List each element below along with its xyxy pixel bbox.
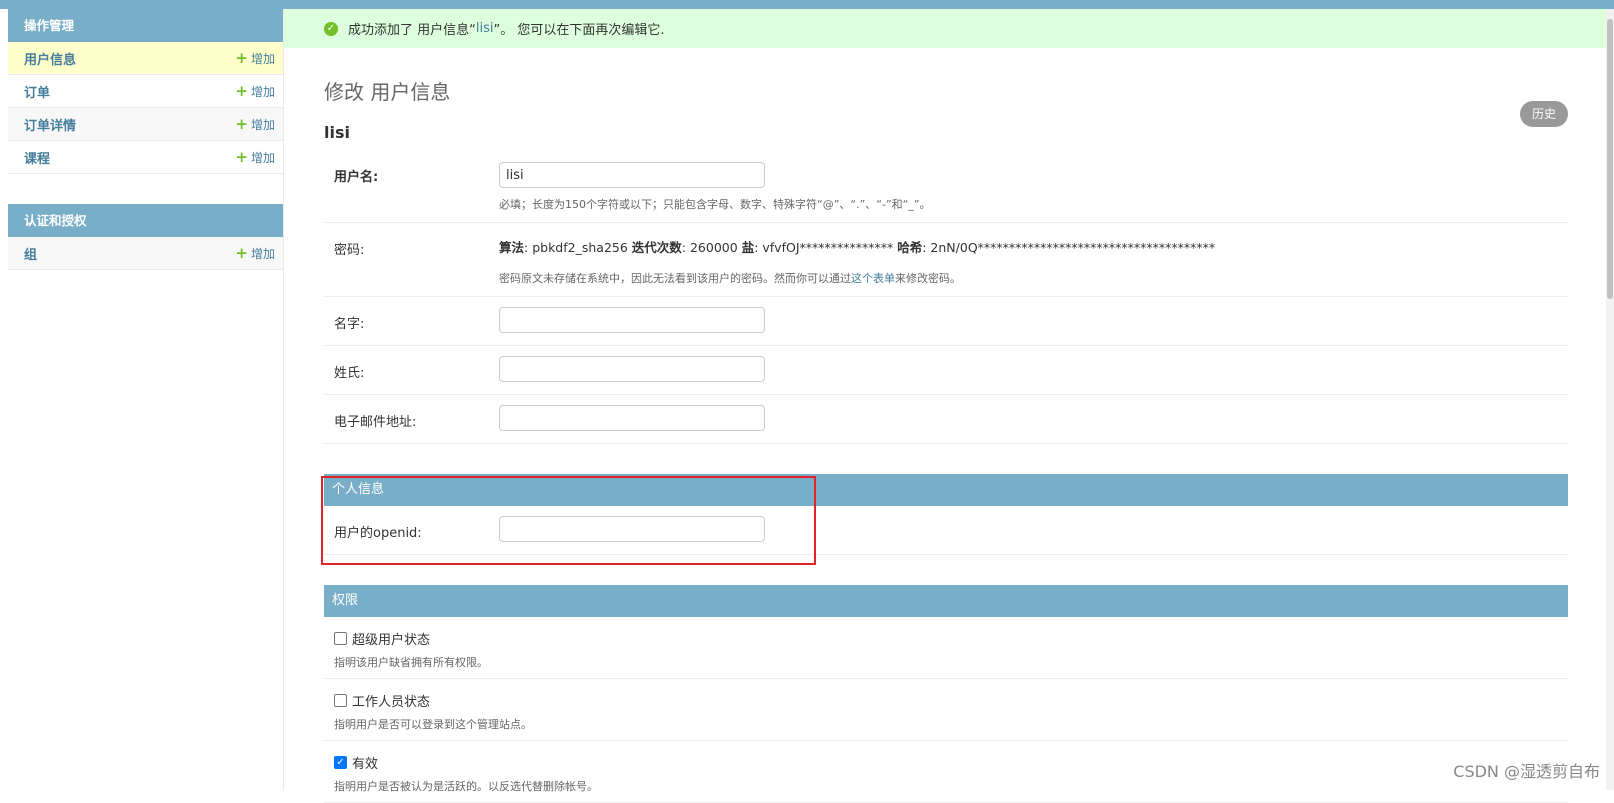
superuser-checkbox[interactable] <box>334 632 347 645</box>
object-title: lisi <box>324 123 1568 142</box>
module-auth: 认证和授权 组 +增加 <box>8 204 283 270</box>
username-input[interactable] <box>499 162 765 188</box>
staff-label[interactable]: 工作人员状态 <box>352 691 430 710</box>
add-link[interactable]: +增加 <box>235 149 275 166</box>
change-password-link[interactable]: 这个表单 <box>851 272 895 285</box>
last-name-row: 姓氏: <box>324 346 1568 395</box>
sidebar-item-group: 组 +增加 <box>8 237 283 270</box>
history-button[interactable]: 历史 <box>1520 101 1568 127</box>
annotation-highlight-box <box>321 476 816 565</box>
username-row: 用户名: 必填；长度为150个字符或以下；只能包含字母、数字、特殊字符“@”、“… <box>324 152 1568 223</box>
sidebar-link[interactable]: 组 <box>24 244 37 263</box>
staff-row: 工作人员状态 指明用户是否可以登录到这个管理站点。 <box>324 679 1568 741</box>
password-hash-summary: 算法: pbkdf2_sha256 迭代次数: 260000 盐: vfvfOJ… <box>499 235 1558 256</box>
sidebar-item-userinfo: 用户信息 +增加 <box>8 42 283 75</box>
first-name-row: 名字: <box>324 297 1568 346</box>
permissions-fieldset: 权限 超级用户状态 指明该用户缺省拥有所有权限。 工作人员状态 指明用户是否可以… <box>324 585 1568 803</box>
first-name-input[interactable] <box>499 307 765 333</box>
email-input[interactable] <box>499 405 765 431</box>
plus-icon: + <box>235 150 248 165</box>
add-link[interactable]: +增加 <box>235 83 275 100</box>
sidebar-link[interactable]: 课程 <box>24 148 50 167</box>
sidebar-link[interactable]: 订单 <box>24 82 50 101</box>
active-label[interactable]: 有效 <box>352 753 378 772</box>
last-name-input[interactable] <box>499 356 765 382</box>
plus-icon: + <box>235 84 248 99</box>
sidebar: 操作管理 用户信息 +增加 订单 +增加 订单详情 +增加 课程 +增加 认证和… <box>8 9 284 790</box>
password-row: 密码: 算法: pbkdf2_sha256 迭代次数: 260000 盐: vf… <box>324 223 1568 297</box>
username-help: 必填；长度为150个字符或以下；只能包含字母、数字、特殊字符“@”、“.”、“-… <box>499 196 1558 212</box>
check-icon: ✓ <box>324 22 338 36</box>
add-link[interactable]: +增加 <box>235 50 275 67</box>
permissions-caption: 权限 <box>324 585 1568 617</box>
main-content: ✓ 成功添加了 用户信息“lisi”。 您可以在下面再次编辑它. 修改 用户信息… <box>284 9 1606 790</box>
plus-icon: + <box>235 51 248 66</box>
superuser-help: 指明该用户缺省拥有所有权限。 <box>334 654 1558 670</box>
sidebar-item-course: 课程 +增加 <box>8 141 283 174</box>
add-link[interactable]: +增加 <box>235 116 275 133</box>
success-message: ✓ 成功添加了 用户信息“lisi”。 您可以在下面再次编辑它. <box>284 9 1606 48</box>
username-label: 用户名: <box>334 162 499 212</box>
sidebar-item-order-detail: 订单详情 +增加 <box>8 108 283 141</box>
sidebar-link[interactable]: 订单详情 <box>24 115 76 134</box>
first-name-label: 名字: <box>334 307 499 333</box>
password-label: 密码: <box>334 235 499 286</box>
sidebar-item-order: 订单 +增加 <box>8 75 283 108</box>
top-bar <box>0 0 1614 9</box>
last-name-label: 姓氏: <box>334 356 499 382</box>
content: 修改 用户信息 历史 lisi 用户名: 必填；长度为150个字符或以下；只能包… <box>324 48 1568 803</box>
superuser-label[interactable]: 超级用户状态 <box>352 629 430 648</box>
email-row: 电子邮件地址: <box>324 395 1568 444</box>
plus-icon: + <box>235 117 248 132</box>
module-operations: 操作管理 用户信息 +增加 订单 +增加 订单详情 +增加 课程 +增加 <box>8 9 283 174</box>
scrollbar[interactable] <box>1606 9 1614 790</box>
add-link[interactable]: +增加 <box>235 245 275 262</box>
active-row: ✓ 有效 指明用户是否被认为是活跃的。以反选代替删除帐号。 <box>324 741 1568 803</box>
plus-icon: + <box>235 246 248 261</box>
email-label: 电子邮件地址: <box>334 405 499 431</box>
staff-help: 指明用户是否可以登录到这个管理站点。 <box>334 716 1558 732</box>
module-caption[interactable]: 认证和授权 <box>8 204 283 237</box>
password-help: 密码原文未存储在系统中，因此无法看到该用户的密码。然而你可以通过这个表单来修改密… <box>499 270 1558 286</box>
page-title: 修改 用户信息 <box>324 76 1568 105</box>
active-checkbox[interactable]: ✓ <box>334 756 347 769</box>
watermark: CSDN @湿透剪自布 <box>1453 758 1600 782</box>
superuser-row: 超级用户状态 指明该用户缺省拥有所有权限。 <box>324 617 1568 679</box>
sidebar-link[interactable]: 用户信息 <box>24 49 76 68</box>
staff-checkbox[interactable] <box>334 694 347 707</box>
main-fieldset: 用户名: 必填；长度为150个字符或以下；只能包含字母、数字、特殊字符“@”、“… <box>324 152 1568 444</box>
scrollbar-thumb[interactable] <box>1607 19 1613 299</box>
module-caption[interactable]: 操作管理 <box>8 9 283 42</box>
active-help: 指明用户是否被认为是活跃的。以反选代替删除帐号。 <box>334 778 1558 794</box>
object-link[interactable]: lisi <box>476 21 494 36</box>
